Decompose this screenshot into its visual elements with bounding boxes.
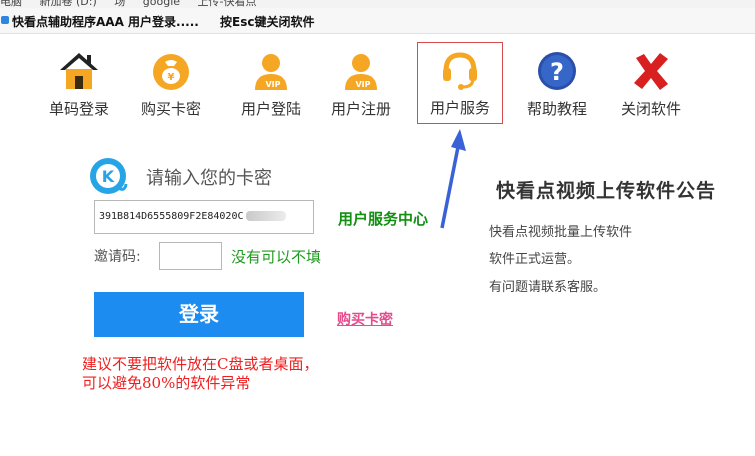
card-key-value: 391B814D6555809F2E84020C: [99, 211, 244, 222]
svg-text:VIP: VIP: [265, 80, 280, 89]
toolbar-item-buy-card[interactable]: ¥ 购买卡密: [130, 44, 212, 124]
toolbar-item-user-service[interactable]: 用户服务: [417, 42, 503, 124]
warning-line: 建议不要把软件放在C盘或者桌面，: [82, 355, 319, 373]
toolbar-item-single-code-login[interactable]: 单码登录: [38, 44, 120, 124]
breadcrumb: 电脑 新加卷 (D:) 场 google 上传-快看点: [0, 0, 755, 8]
title-bar: 快看点辅助程序AAA 用户登录..... 按Esc键关闭软件: [0, 8, 755, 34]
toolbar-item-help[interactable]: ? 帮助教程: [516, 44, 598, 124]
vip-user-icon: VIP: [345, 54, 377, 90]
toolbar-label: 用户注册: [330, 100, 391, 118]
toolbar-label: 用户服务: [429, 99, 490, 117]
breadcrumb-item[interactable]: 上传-快看点: [198, 0, 257, 8]
login-button[interactable]: 登录: [94, 292, 304, 337]
breadcrumb-item[interactable]: 电脑: [0, 0, 22, 8]
notice-line: 快看点视频批量上传软件: [489, 225, 633, 240]
toolbar-item-user-login[interactable]: VIP 用户登陆: [230, 44, 312, 124]
esc-hint: 按Esc键关闭软件: [220, 15, 315, 29]
toolbar-item-user-register[interactable]: VIP 用户注册: [320, 44, 402, 124]
invite-code-label: 邀请码:: [94, 249, 141, 265]
breadcrumb-item[interactable]: google: [143, 0, 180, 8]
toolbar-label: 用户登陆: [240, 100, 301, 118]
breadcrumb-item[interactable]: 场: [114, 0, 125, 8]
app-logo-icon: K: [90, 158, 128, 194]
toolbar-label: 关闭软件: [620, 100, 681, 118]
redacted-blur: [245, 211, 286, 221]
notice-title: 快看点视频上传软件公告: [496, 180, 717, 202]
notice-line: 有问题请联系客服。: [489, 280, 607, 295]
toolbar-label: 单码登录: [48, 100, 109, 118]
headset-icon: [443, 52, 477, 90]
warning-text: 建议不要把软件放在C盘或者桌面， 可以避免80%的软件异常: [82, 355, 318, 393]
breadcrumb-item[interactable]: 新加卷 (D:): [40, 0, 97, 8]
toolbar-label: 帮助教程: [526, 100, 587, 118]
window-title: 快看点辅助程序AAA 用户登录.....: [12, 15, 199, 29]
buy-card-link[interactable]: 购买卡密: [337, 309, 393, 329]
toolbar: 单码登录 ¥ 购买卡密 VIP 用户登陆 VIP 用户注册 用户服务 ? 帮助教…: [0, 40, 755, 130]
help-icon: ?: [538, 52, 576, 90]
svg-text:K: K: [102, 167, 115, 186]
svg-text:VIP: VIP: [355, 80, 370, 89]
toolbar-label: 购买卡密: [140, 100, 201, 118]
toolbar-item-close[interactable]: 关闭软件: [610, 44, 692, 124]
app-icon: [1, 16, 9, 24]
invite-code-hint: 没有可以不填: [231, 248, 322, 266]
warning-line: 可以避免80%的软件异常: [82, 374, 251, 392]
svg-text:?: ?: [550, 58, 564, 86]
card-key-input[interactable]: 391B814D6555809F2E84020C: [94, 200, 314, 234]
annotation-arrow: [440, 129, 466, 229]
service-center-label: 用户服务中心: [338, 210, 429, 228]
card-prompt: 请输入您的卡密: [146, 168, 272, 189]
money-bag-icon: ¥: [153, 54, 189, 90]
svg-text:¥: ¥: [168, 72, 175, 83]
notice-line: 软件正式运营。: [489, 252, 581, 267]
vip-user-icon: VIP: [255, 54, 287, 90]
close-icon: [634, 53, 668, 90]
home-icon: [60, 53, 98, 89]
invite-code-input[interactable]: [159, 242, 222, 270]
